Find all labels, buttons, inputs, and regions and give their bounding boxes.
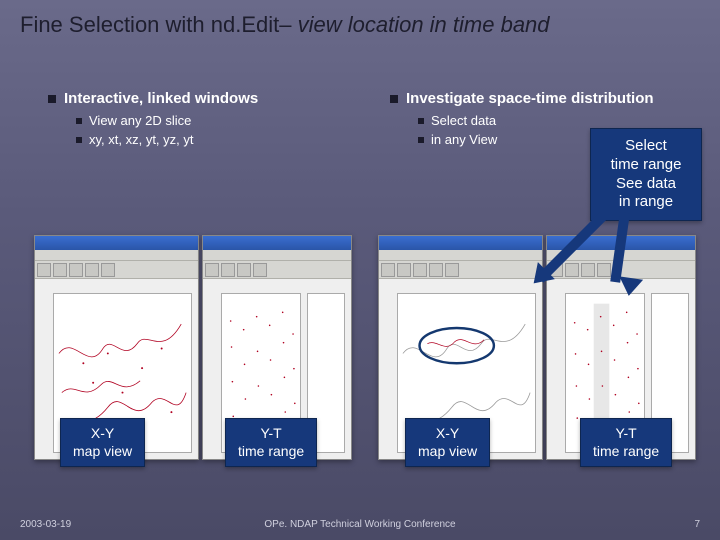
window-titlebar: [379, 236, 542, 250]
toolbar-button: [597, 263, 611, 277]
callout-yt-range-left: Y-T time range: [225, 418, 317, 467]
callout-line: time range: [593, 443, 659, 461]
slide-title: Fine Selection with nd.Edit– view locati…: [20, 12, 550, 38]
right-item-1: in any View: [431, 132, 497, 147]
window-toolbar: [203, 261, 351, 279]
callout-line: time range: [238, 443, 304, 461]
toolbar-button: [53, 263, 67, 277]
toolbar-button: [413, 263, 427, 277]
title-suffix: view location in time band: [298, 12, 550, 37]
callout-xy-map-left: X-Y map view: [60, 418, 145, 467]
toolbar-button: [205, 263, 219, 277]
arrow-head-icon: [617, 276, 643, 297]
left-heading: Interactive, linked windows: [64, 90, 258, 107]
bullet-icon: [76, 118, 82, 124]
bullet-secondary: View any 2D slice: [76, 113, 258, 128]
footer-page: 7: [694, 519, 700, 530]
callout-line: X-Y: [418, 425, 477, 443]
callout-line: See data: [605, 175, 687, 194]
toolbar-button: [565, 263, 579, 277]
toolbar-button: [381, 263, 395, 277]
window-menubar: [203, 250, 351, 261]
callout-line: Y-T: [238, 425, 304, 443]
toolbar-button: [397, 263, 411, 277]
left-item-0: View any 2D slice: [89, 113, 191, 128]
callout-line: Y-T: [593, 425, 659, 443]
callout-yt-range-right: Y-T time range: [580, 418, 672, 467]
callout-line: Select: [605, 137, 687, 156]
window-titlebar: [203, 236, 351, 250]
toolbar-button: [221, 263, 235, 277]
left-item-1: xy, xt, xz, yt, yz, yt: [89, 132, 194, 147]
bullet-icon: [418, 137, 424, 143]
toolbar-button: [581, 263, 595, 277]
bullet-icon: [418, 118, 424, 124]
bullet-icon: [48, 95, 56, 103]
toolbar-button: [253, 263, 267, 277]
toolbar-button: [85, 263, 99, 277]
window-menubar: [35, 250, 198, 261]
right-heading: Investigate space-time distribution: [406, 90, 654, 107]
toolbar-button: [69, 263, 83, 277]
bullet-primary: Investigate space-time distribution: [390, 90, 654, 107]
bullet-secondary: Select data: [418, 113, 654, 128]
bullet-primary: Interactive, linked windows: [48, 90, 258, 107]
callout-line: X-Y: [73, 425, 132, 443]
bullet-icon: [76, 137, 82, 143]
window-toolbar: [379, 261, 542, 279]
toolbar-button: [37, 263, 51, 277]
title-prefix: Fine Selection with nd.Edit–: [20, 12, 298, 37]
callout-line: map view: [73, 443, 132, 461]
toolbar-button: [101, 263, 115, 277]
bullet-secondary: xy, xt, xz, yt, yz, yt: [76, 132, 258, 147]
toolbar-button: [237, 263, 251, 277]
callout-line: in range: [605, 193, 687, 212]
callout-line: map view: [418, 443, 477, 461]
right-item-0: Select data: [431, 113, 496, 128]
callout-select-time-range: Select time range See data in range: [590, 128, 702, 221]
callout-xy-map-right: X-Y map view: [405, 418, 490, 467]
left-column: Interactive, linked windows View any 2D …: [48, 90, 258, 151]
footer-center: OPe. NDAP Technical Working Conference: [0, 519, 720, 530]
toolbar-button: [429, 263, 443, 277]
window-toolbar: [35, 261, 198, 279]
callout-line: time range: [605, 156, 687, 175]
window-titlebar: [35, 236, 198, 250]
bullet-icon: [390, 95, 398, 103]
toolbar-button: [445, 263, 459, 277]
window-menubar: [379, 250, 542, 261]
